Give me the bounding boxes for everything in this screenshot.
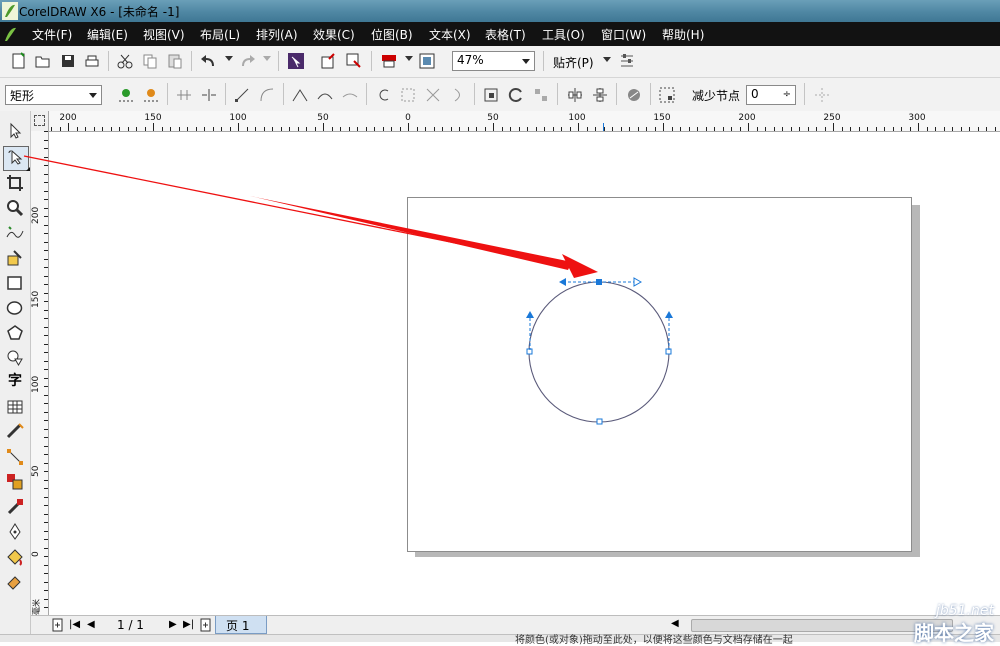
page-tab-label: 页 1	[226, 619, 250, 633]
control-handle-right-arrow-icon[interactable]	[633, 277, 643, 287]
page-counter: 1 / 1	[117, 618, 144, 632]
annotation-arrow-icon	[23, 155, 598, 278]
node-handle-bottom[interactable]	[596, 418, 603, 425]
control-handle-left-arrow-icon[interactable]	[559, 278, 566, 286]
drawing-overlay	[23, 155, 673, 425]
scroll-left-icon[interactable]: ◀	[671, 618, 679, 629]
page-tab[interactable]: 页 1	[215, 616, 267, 634]
previous-page-icon[interactable]: ◀	[87, 619, 95, 630]
add-page-after-icon[interactable]	[199, 618, 213, 632]
ellipse-object[interactable]	[526, 277, 673, 425]
first-page-icon[interactable]: |◀	[69, 619, 80, 630]
add-page-icon[interactable]	[51, 618, 65, 632]
last-page-icon[interactable]: ▶|	[183, 619, 194, 630]
status-text: 将颜色(或对象)拖动至此处，以便将这些颜色与文档存储在一起	[515, 635, 793, 646]
control-handle-left-up-icon[interactable]	[526, 311, 534, 318]
control-handle-right-up-icon[interactable]	[665, 311, 673, 318]
circle-shape[interactable]	[528, 281, 670, 423]
watermark-name: 脚本之家	[914, 621, 994, 645]
next-page-icon[interactable]: ▶	[169, 619, 177, 630]
watermark-logo: jb51.net 脚本之家	[914, 603, 994, 646]
